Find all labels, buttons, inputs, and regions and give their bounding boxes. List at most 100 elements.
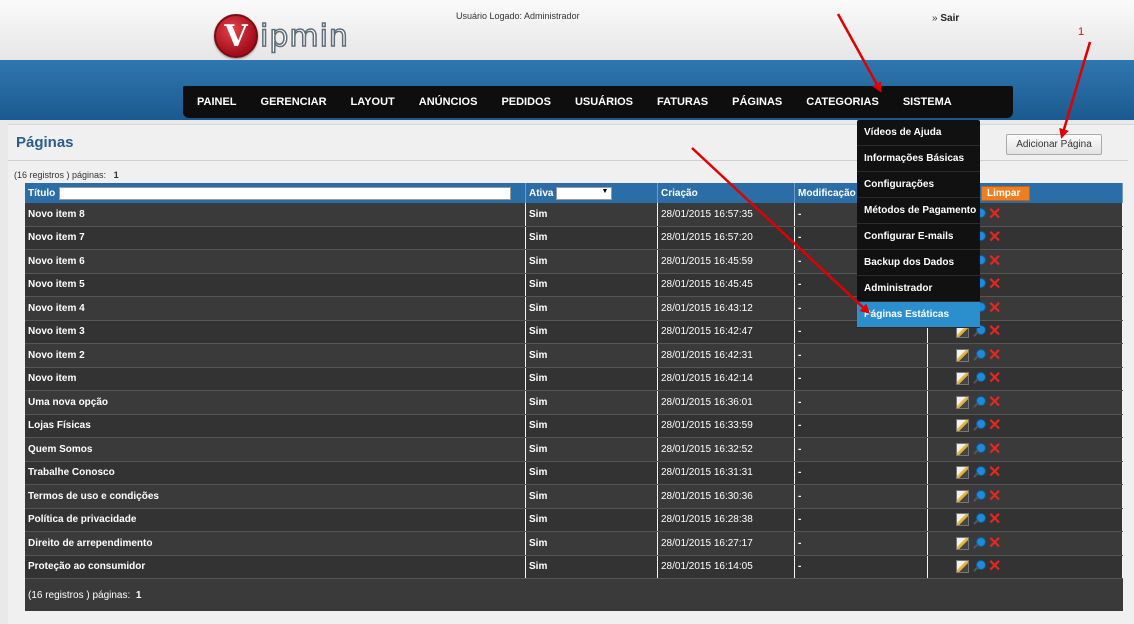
page-link-bottom[interactable]: 1 [136, 590, 142, 601]
col-title: Título [25, 183, 526, 203]
record-count-top: (16 registros ) páginas: 1 [14, 170, 119, 180]
delete-icon[interactable]: ✕ [988, 371, 1001, 387]
main-nav: PAINEL GERENCIAR LAYOUT ANÚNCIOS PEDIDOS… [183, 86, 1013, 118]
edit-icon[interactable] [956, 560, 969, 574]
nav-item-categorias[interactable]: CATEGORIAS [806, 96, 879, 108]
menu-item-videos-ajuda[interactable]: Vídeos de Ajuda [857, 120, 980, 146]
delete-icon[interactable]: ✕ [988, 394, 1001, 410]
cell-actions: ✕ [928, 438, 1123, 461]
menu-item-administrador[interactable]: Administrador [857, 276, 980, 302]
nav-item-layout[interactable]: LAYOUT [351, 96, 395, 108]
cell-active: Sim [526, 367, 658, 390]
delete-icon[interactable]: ✕ [988, 512, 1001, 528]
edit-icon[interactable] [956, 466, 969, 480]
clear-filter-button[interactable]: Limpar [981, 185, 1030, 201]
view-icon[interactable] [972, 372, 986, 385]
cell-active: Sim [526, 555, 658, 578]
delete-icon[interactable]: ✕ [988, 441, 1001, 457]
nav-item-pedidos[interactable]: PEDIDOS [501, 96, 551, 108]
cell-active: Sim [526, 391, 658, 414]
edit-icon[interactable] [956, 395, 969, 409]
cell-active: Sim [526, 320, 658, 343]
cell-title: Quem Somos [25, 438, 526, 461]
logo-mark: V [214, 14, 258, 58]
edit-icon[interactable] [956, 372, 969, 386]
cell-title: Lojas Físicas [25, 414, 526, 437]
view-icon[interactable] [972, 489, 986, 503]
delete-icon[interactable]: ✕ [988, 418, 1001, 434]
nav-item-faturas[interactable]: FATURAS [657, 96, 708, 108]
delete-icon[interactable]: ✕ [988, 300, 1001, 316]
cell-modified: - [795, 391, 928, 414]
delete-icon[interactable]: ✕ [988, 206, 1001, 222]
view-icon[interactable] [972, 442, 986, 456]
delete-icon[interactable]: ✕ [988, 277, 1001, 293]
view-icon[interactable] [972, 560, 986, 573]
cell-actions: ✕ [928, 485, 1123, 508]
delete-icon[interactable]: ✕ [988, 535, 1001, 551]
table-footer: (16 registros ) páginas: 1 [25, 579, 1123, 611]
nav-item-gerenciar[interactable]: GERENCIAR [261, 96, 327, 108]
cell-actions: ✕ [928, 555, 1123, 578]
cell-title: Novo item 3 [25, 320, 526, 343]
delete-icon[interactable]: ✕ [988, 324, 1001, 340]
menu-item-paginas-estaticas[interactable]: Páginas Estáticas [857, 302, 980, 328]
view-icon[interactable] [972, 466, 986, 479]
cell-active: Sim [526, 273, 658, 296]
nav-item-usuarios[interactable]: USUÁRIOS [575, 96, 633, 108]
table-row: Novo item 2 Sim 28/01/2015 16:42:31- ✕ [25, 344, 1123, 368]
nav-item-sistema[interactable]: SISTEMA [903, 96, 952, 108]
delete-icon[interactable]: ✕ [988, 347, 1001, 363]
cell-modified: - [795, 414, 928, 437]
edit-icon[interactable] [956, 536, 969, 550]
cell-title: Novo item 8 [25, 203, 526, 226]
menu-item-configurar-emails[interactable]: Configurar E-mails [857, 224, 980, 250]
cell-title: Trabalhe Conosco [25, 461, 526, 484]
delete-icon[interactable]: ✕ [988, 230, 1001, 246]
delete-icon[interactable]: ✕ [988, 488, 1001, 504]
cell-actions: ✕ [928, 367, 1123, 390]
delete-icon[interactable]: ✕ [988, 465, 1001, 481]
menu-item-backup-dados[interactable]: Backup dos Dados [857, 250, 980, 276]
view-icon[interactable] [972, 419, 986, 432]
cell-created: 28/01/2015 16:42:31 [658, 344, 795, 367]
edit-icon[interactable] [956, 513, 969, 527]
cell-title: Novo item 4 [25, 297, 526, 320]
cell-title: Política de privacidade [25, 508, 526, 531]
add-page-button[interactable]: Adicionar Página [1006, 134, 1102, 155]
delete-icon[interactable]: ✕ [988, 559, 1001, 575]
page-link-top[interactable]: 1 [114, 170, 119, 180]
cell-modified: - [795, 438, 928, 461]
cell-actions: ✕ [928, 508, 1123, 531]
edit-icon[interactable] [956, 442, 969, 456]
cell-created: 28/01/2015 16:42:47 [658, 320, 795, 343]
table-row: Direito de arrependimento Sim 28/01/2015 1… [25, 532, 1123, 556]
menu-item-metodos-pagamento[interactable]: Métodos de Pagamento [857, 198, 980, 224]
view-icon[interactable] [972, 513, 986, 526]
table-row: Uma nova opção Sim 28/01/2015 16:36:01- ✕ [25, 391, 1123, 415]
nav-item-paginas[interactable]: PÁGINAS [732, 96, 782, 108]
active-filter-select[interactable] [556, 186, 613, 200]
menu-item-configuracoes[interactable]: Configurações [857, 172, 980, 198]
menu-item-informacoes-basicas[interactable]: Informações Básicas [857, 146, 980, 172]
cell-active: Sim [526, 297, 658, 320]
logout-link[interactable]: » Sair [932, 13, 959, 24]
col-modified-label: Modificação [798, 187, 856, 199]
edit-icon[interactable] [956, 489, 969, 503]
title-filter-input[interactable] [59, 186, 512, 200]
edit-icon[interactable] [956, 348, 969, 362]
cell-created: 28/01/2015 16:57:35 [658, 203, 795, 226]
cell-modified: - [795, 485, 928, 508]
view-icon[interactable] [972, 395, 986, 409]
view-icon[interactable] [972, 348, 986, 362]
view-icon[interactable] [972, 536, 986, 550]
delete-icon[interactable]: ✕ [988, 253, 1001, 269]
table-row: Quem Somos Sim 28/01/2015 16:32:52- ✕ [25, 438, 1123, 462]
edit-icon[interactable] [956, 419, 969, 433]
logo[interactable]: V ipmin [214, 14, 349, 58]
nav-item-anuncios[interactable]: ANÚNCIOS [419, 96, 478, 108]
nav-item-painel[interactable]: PAINEL [197, 96, 237, 108]
cell-active: Sim [526, 461, 658, 484]
cell-created: 28/01/2015 16:45:45 [658, 273, 795, 296]
table-row: Termos de uso e condições Sim 28/01/2015 1… [25, 485, 1123, 509]
